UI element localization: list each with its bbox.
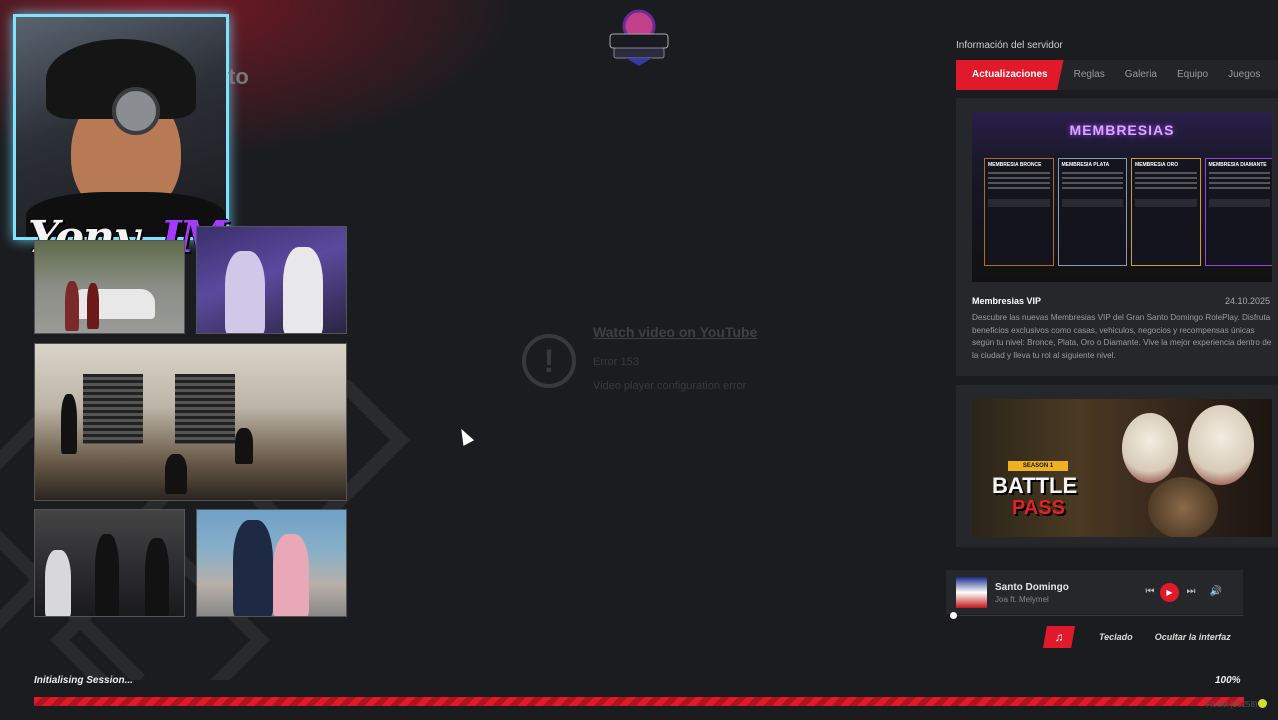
figure <box>95 534 119 616</box>
error-message: Video player configuration error <box>593 380 747 392</box>
previous-track-icon[interactable]: ⏮ <box>1142 584 1158 600</box>
figure <box>65 281 79 331</box>
error-icon: ! <box>522 334 576 388</box>
battle-text: BATTLE <box>992 473 1078 498</box>
figure <box>235 428 253 464</box>
loading-percent: 100% <box>1215 675 1241 686</box>
next-track-icon[interactable]: ⏭ <box>1183 584 1199 600</box>
album-cover <box>956 577 987 608</box>
mouse-cursor-icon <box>455 426 475 446</box>
tab-reglas[interactable]: Reglas <box>1064 60 1115 90</box>
video-embed-error: ! Watch video on YouTube Error 153 Video… <box>522 322 782 402</box>
membership-column-title: MEMBRESIA DIAMANTE <box>1208 162 1267 168</box>
hide-interface-button[interactable]: Ocultar la interfaz <box>1155 632 1231 642</box>
tab-galeria[interactable]: Galeria <box>1115 60 1167 90</box>
keyboard-button[interactable]: Teclado <box>1099 632 1133 642</box>
music-player: Santo Domingo Joa ft. Melymel ⏮ ▶ ⏭ 🔊 <box>946 570 1243 614</box>
zombie-figure <box>1148 477 1218 537</box>
membership-column-title: MEMBRESIA BRONCE <box>988 162 1042 168</box>
membership-column-title: MEMBRESIA ORO <box>1135 162 1179 168</box>
volume-icon[interactable]: 🔊 <box>1208 584 1224 600</box>
vip-banner-image: MEMBRESIAS MEMBRESIA BRONCE MEMBRESIA PL… <box>972 112 1272 282</box>
watch-on-youtube-link[interactable]: Watch video on YouTube <box>593 324 757 340</box>
membership-columns: MEMBRESIA BRONCE MEMBRESIA PLATA MEMBRES… <box>984 158 1272 266</box>
song-artist: Joa ft. Melymel <box>995 595 1049 604</box>
figure <box>87 283 99 329</box>
loading-progress-bar <box>34 697 1244 706</box>
play-icon[interactable]: ▶ <box>1160 583 1179 602</box>
gallery-image-car <box>34 240 185 334</box>
client-label: FiveM (b3258) <box>1206 700 1258 709</box>
error-code: Error 153 <box>593 356 639 368</box>
fivem-icon <box>1258 699 1267 708</box>
tab-actualizaciones[interactable]: Actualizaciones <box>956 60 1064 90</box>
tab-juegos[interactable]: Juegos <box>1218 60 1270 90</box>
figure <box>283 247 323 333</box>
tab-equipo[interactable]: Equipo <box>1167 60 1218 90</box>
membership-column: MEMBRESIA PLATA <box>1057 158 1127 266</box>
news-date: 24.10.2025 <box>1224 296 1270 306</box>
battle-pass-banner-image: SEASON 1 BATTLE PASS <box>972 399 1272 537</box>
season-badge: SEASON 1 <box>1008 461 1068 471</box>
faded-title: to <box>228 64 249 89</box>
server-info-title: Información del servidor <box>956 40 1063 51</box>
membership-column: MEMBRESIA DIAMANTE <box>1204 158 1272 266</box>
figure <box>145 538 169 616</box>
window-blinds <box>175 374 235 444</box>
clown-face <box>1188 405 1254 485</box>
figure <box>225 251 265 333</box>
news-card-vip[interactable]: MEMBRESIAS MEMBRESIA BRONCE MEMBRESIA PL… <box>956 98 1278 376</box>
pass-text: PASS <box>1012 497 1065 519</box>
music-progress-track[interactable] <box>956 615 1243 616</box>
gallery-image-group <box>34 509 185 617</box>
music-progress-handle[interactable] <box>950 612 957 619</box>
membership-column: MEMBRESIA BRONCE <box>984 158 1054 266</box>
gallery-image-couple <box>196 509 347 617</box>
clown-face <box>1122 413 1178 483</box>
banner-title: MEMBRESIAS <box>1069 122 1175 138</box>
webcam-overlay <box>13 14 229 240</box>
music-note-icon[interactable]: ♫ <box>1043 626 1075 648</box>
news-title: Membresias VIP <box>972 296 1042 306</box>
loading-status: Initialising Session... <box>34 675 133 686</box>
membership-column: MEMBRESIA ORO <box>1131 158 1201 266</box>
figure <box>273 534 309 616</box>
gallery-image-club <box>196 226 347 334</box>
song-title: Santo Domingo <box>995 582 1069 593</box>
gallery-image-house <box>34 343 347 501</box>
figure <box>61 394 77 454</box>
figure <box>45 550 71 616</box>
figure <box>233 520 273 616</box>
server-info-tabs: Actualizaciones Reglas Galeria Equipo Ju… <box>956 60 1278 90</box>
news-description: Descubre las nuevas Membresias VIP del G… <box>972 313 1272 360</box>
news-card-battle-pass[interactable]: SEASON 1 BATTLE PASS <box>956 385 1278 547</box>
figure <box>165 454 187 494</box>
window-blinds <box>83 374 143 444</box>
membership-column-title: MEMBRESIA PLATA <box>1061 162 1110 168</box>
headphone-icon <box>112 87 160 135</box>
server-logo <box>609 9 669 66</box>
utility-bar: ♫ Teclado Ocultar la interfaz <box>1043 626 1243 648</box>
